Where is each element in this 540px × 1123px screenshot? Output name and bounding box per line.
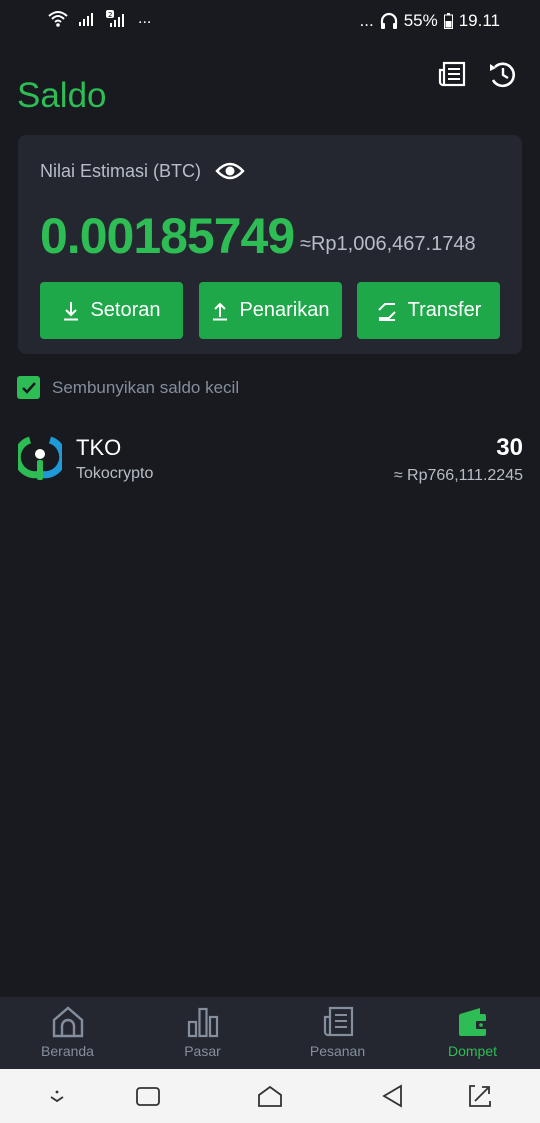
expand-icon[interactable] (466, 1083, 494, 1109)
hide-keyboard-icon[interactable] (43, 1083, 71, 1109)
transfer-button[interactable]: Transfer (357, 282, 500, 339)
nav-item-beranda[interactable]: Beranda (0, 997, 135, 1069)
btc-balance: 0.00185749 (40, 208, 295, 264)
signal-1-icon (79, 13, 93, 26)
nav-item-pesanan[interactable]: Pesanan (270, 997, 405, 1069)
battery-icon (443, 13, 453, 29)
wallet-icon (458, 1008, 488, 1036)
recent-apps-icon[interactable] (134, 1083, 162, 1109)
headphones-icon (380, 12, 397, 29)
deposit-button[interactable]: Setoran (40, 282, 183, 339)
wifi-icon (48, 11, 68, 27)
status-right: ... 55% 19.11 (360, 11, 500, 31)
system-nav-bar (0, 1069, 540, 1123)
estimate-label: Nilai Estimasi (BTC) (40, 160, 202, 181)
eye-icon[interactable] (215, 159, 245, 183)
transfer-label: Transfer (407, 299, 482, 321)
withdraw-button[interactable]: Penarikan (199, 282, 342, 339)
svg-text:2: 2 (108, 11, 112, 19)
signal-2-icon: 2 (106, 10, 124, 27)
home-button-icon[interactable] (256, 1083, 284, 1109)
page-title: Saldo (17, 76, 107, 115)
asset-symbol: TKO (76, 435, 122, 460)
asset-idr-value: ≈ Rp766,111.2245 (393, 467, 523, 484)
news-icon[interactable] (437, 58, 469, 90)
nav-label-pasar: Pasar (184, 1043, 221, 1059)
back-icon[interactable] (379, 1083, 407, 1109)
upload-icon (213, 302, 228, 320)
hide-small-balance-toggle[interactable]: Sembunyikan saldo kecil (17, 376, 239, 399)
download-icon (64, 301, 79, 320)
checkmark-icon (21, 381, 36, 394)
hide-small-balance-checkbox[interactable] (17, 376, 40, 399)
idr-balance: ≈Rp1,006,467.1748 (300, 233, 476, 255)
nav-item-pasar[interactable]: Pasar (135, 997, 270, 1069)
history-icon[interactable] (487, 58, 519, 90)
hide-small-balance-label: Sembunyikan saldo kecil (52, 377, 240, 397)
orders-icon (323, 1006, 353, 1037)
deposit-label: Setoran (90, 299, 161, 321)
nav-label-dompet: Dompet (447, 1043, 498, 1059)
battery-percent: 55% (403, 11, 438, 30)
status-left-dots: ... (138, 10, 152, 27)
status-bar: 2 ... ... 55% 19.11 (0, 0, 540, 44)
balance-card: Nilai Estimasi (BTC) 0.00185749 ≈Rp1,006… (18, 135, 522, 354)
bar-chart-icon (187, 1007, 218, 1038)
home-icon (52, 1006, 83, 1038)
clock: 19.11 (458, 11, 500, 30)
asset-row-tko[interactable]: TKO Tokocrypto 30 ≈ Rp766,111.2245 (18, 428, 523, 488)
nav-label-pesanan: Pesanan (309, 1043, 366, 1059)
bottom-nav: Beranda Pasar Pesanan Dompet (0, 997, 540, 1069)
tokocrypto-logo-icon (18, 436, 62, 480)
asset-name: Tokocrypto (76, 465, 154, 482)
status-left: 2 ... (48, 10, 151, 28)
asset-amount: 30 (496, 434, 523, 461)
nav-item-dompet[interactable]: Dompet (405, 997, 540, 1069)
transfer-icon (377, 302, 396, 321)
status-right-dots: ... (359, 11, 374, 30)
estimate-row: Nilai Estimasi (BTC) (40, 159, 245, 183)
withdraw-label: Penarikan (239, 299, 330, 321)
nav-label-beranda: Beranda (41, 1043, 94, 1059)
